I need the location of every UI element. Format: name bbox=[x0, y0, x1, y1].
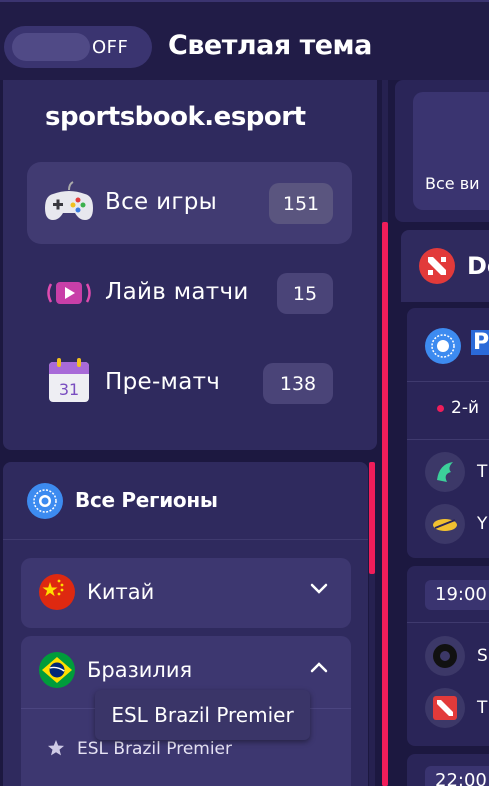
matches-column: Все ви Do P 2-й T bbox=[395, 80, 489, 786]
league-label: ESL Brazil Premier bbox=[77, 739, 233, 759]
calendar-icon: 31 bbox=[49, 358, 89, 402]
toggle-state-label: OFF bbox=[92, 37, 129, 58]
match-card-live[interactable]: P 2-й T Y bbox=[407, 308, 489, 558]
all-regions-header[interactable]: Все Регионы bbox=[3, 462, 368, 540]
menu-item-prematch[interactable]: 31 Пре-матч 138 bbox=[27, 342, 352, 424]
sports-menu-panel: sportsbook.esport Все игры 151 Лайв матч… bbox=[3, 80, 377, 450]
chevron-down-icon[interactable] bbox=[309, 582, 329, 596]
calendar-day: 31 bbox=[59, 380, 79, 399]
team-logo bbox=[425, 452, 465, 492]
count-badge: 15 bbox=[277, 273, 333, 314]
team-name: T bbox=[477, 462, 488, 482]
team-logo bbox=[425, 504, 465, 544]
top-bar: OFF Светлая тема bbox=[0, 0, 489, 80]
toggle-knob bbox=[12, 33, 90, 61]
region-label: Бразилия bbox=[87, 658, 193, 682]
gamepad-icon bbox=[45, 181, 93, 220]
league-badge-icon bbox=[425, 328, 461, 364]
brand-title: sportsbook.esport bbox=[45, 102, 306, 132]
league-label: P bbox=[471, 330, 489, 355]
game-header[interactable]: Do bbox=[401, 230, 489, 302]
china-flag-icon bbox=[39, 574, 75, 610]
chevron-up-icon[interactable] bbox=[309, 660, 329, 674]
menu-item-all-games[interactable]: Все игры 151 bbox=[27, 162, 352, 244]
league-row-header: P bbox=[407, 308, 489, 382]
team-logo bbox=[425, 636, 465, 676]
team-name: S bbox=[477, 646, 488, 666]
star-icon[interactable] bbox=[47, 739, 65, 757]
region-label: Китай bbox=[87, 580, 155, 604]
game-title: Do bbox=[467, 252, 489, 280]
brazil-flag-icon bbox=[39, 652, 75, 688]
region-item-china[interactable]: Китай bbox=[21, 558, 351, 628]
menu-item-live-matches[interactable]: Лайв матчи 15 bbox=[27, 252, 352, 334]
league-tooltip: ESL Brazil Premier bbox=[95, 690, 310, 740]
count-badge: 138 bbox=[263, 363, 333, 404]
globe-badge-icon bbox=[27, 483, 63, 519]
menu-label: Все игры bbox=[105, 189, 218, 215]
match-time: 22:00 bbox=[425, 766, 489, 786]
menu-label: Лайв матчи bbox=[105, 279, 249, 305]
live-status-row: 2-й bbox=[407, 382, 489, 440]
live-dot-icon bbox=[437, 405, 444, 412]
match-card-upcoming[interactable]: 19:00 S T bbox=[407, 566, 489, 746]
menu-label: Пре-матч bbox=[105, 369, 221, 395]
filter-panel: Все ви bbox=[395, 80, 489, 222]
live-status: 2-й bbox=[451, 398, 479, 418]
match-card-next[interactable]: 22:00 bbox=[407, 754, 489, 786]
live-video-icon bbox=[47, 282, 91, 304]
theme-toggle[interactable]: OFF bbox=[4, 26, 152, 68]
scrollbar-thumb[interactable] bbox=[382, 222, 388, 786]
team-name: Y bbox=[477, 514, 488, 534]
count-badge: 151 bbox=[269, 183, 333, 224]
regions-scrollbar-thumb[interactable] bbox=[369, 462, 375, 574]
filter-label: Все ви bbox=[425, 174, 480, 193]
dota-icon bbox=[419, 248, 455, 284]
filter-card[interactable]: Все ви bbox=[413, 92, 489, 210]
all-regions-label: Все Регионы bbox=[75, 488, 218, 512]
match-time: 19:00 bbox=[425, 580, 489, 610]
divider bbox=[407, 622, 489, 623]
team-name: T bbox=[477, 698, 488, 718]
team-logo bbox=[425, 688, 465, 728]
theme-title: Светлая тема bbox=[168, 30, 372, 61]
